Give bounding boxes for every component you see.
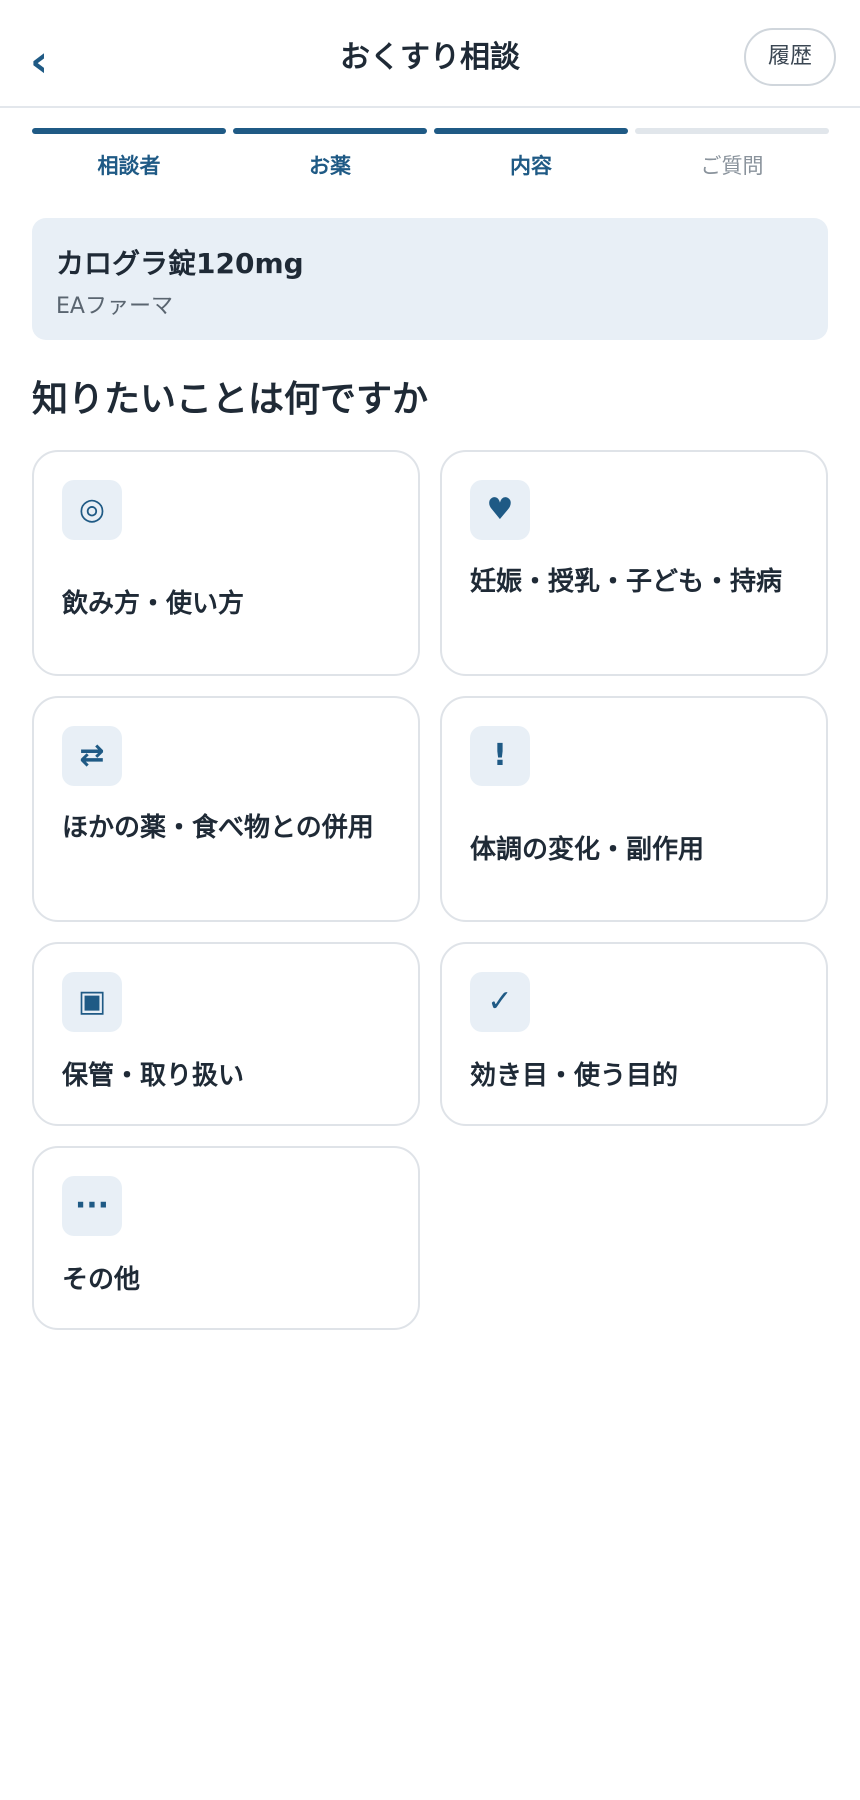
drug-name: カログラ錠120mg — [56, 247, 304, 280]
option-efficacy[interactable]: ✓ 効き目・使う目的 — [440, 942, 828, 1126]
step-content: 内容 — [434, 128, 628, 188]
more-icon: ··· — [62, 1176, 122, 1236]
app-header: ‹ おくすり相談 履歴 — [0, 0, 860, 108]
option-label: 保管・取り扱い — [62, 1061, 245, 1091]
check-icon: ✓ — [470, 972, 530, 1032]
step-bar — [233, 128, 427, 134]
history-button[interactable]: 履歴 — [744, 28, 836, 86]
target-icon: ◎ — [62, 480, 122, 540]
option-label: 効き目・使う目的 — [470, 1061, 679, 1091]
question-heading: 知りたいことは何ですか — [32, 379, 429, 420]
option-interactions[interactable]: ⇄ ほかの薬・食べ物との併用 — [32, 696, 420, 922]
selected-drug-card: カログラ錠120mg EAファーマ — [32, 218, 828, 340]
step-bar — [32, 128, 226, 134]
step-requester: 相談者 — [32, 128, 226, 188]
option-label: 妊娠・授乳・子ども・持病 — [470, 567, 783, 597]
step-medicine: お薬 — [233, 128, 427, 188]
option-usage[interactable]: ◎ 飲み方・使い方 — [32, 450, 420, 676]
progress-steps: 相談者 お薬 内容 ご質問 — [32, 128, 829, 188]
page-title: おくすり相談 — [340, 40, 520, 75]
step-label: 内容 — [510, 154, 552, 178]
step-label: お薬 — [309, 154, 351, 178]
step-bar — [434, 128, 628, 134]
step-label: 相談者 — [97, 154, 161, 178]
option-storage[interactable]: ▣ 保管・取り扱い — [32, 942, 420, 1126]
option-label: 飲み方・使い方 — [62, 589, 245, 619]
step-label: ご質問 — [700, 154, 764, 178]
step-bar — [635, 128, 829, 134]
exclamation-icon: ! — [470, 726, 530, 786]
option-label: 体調の変化・副作用 — [470, 835, 705, 865]
box-icon: ▣ — [62, 972, 122, 1032]
swap-icon: ⇄ — [62, 726, 122, 786]
option-label: その他 — [62, 1265, 141, 1295]
option-label: ほかの薬・食べ物との併用 — [62, 813, 374, 843]
option-pregnancy[interactable]: ♥ 妊娠・授乳・子ども・持病 — [440, 450, 828, 676]
drug-maker: EAファーマ — [56, 294, 173, 319]
heart-icon: ♥ — [470, 480, 530, 540]
option-side-effects[interactable]: ! 体調の変化・副作用 — [440, 696, 828, 922]
option-other[interactable]: ··· その他 — [32, 1146, 420, 1330]
step-question: ご質問 — [635, 128, 829, 188]
